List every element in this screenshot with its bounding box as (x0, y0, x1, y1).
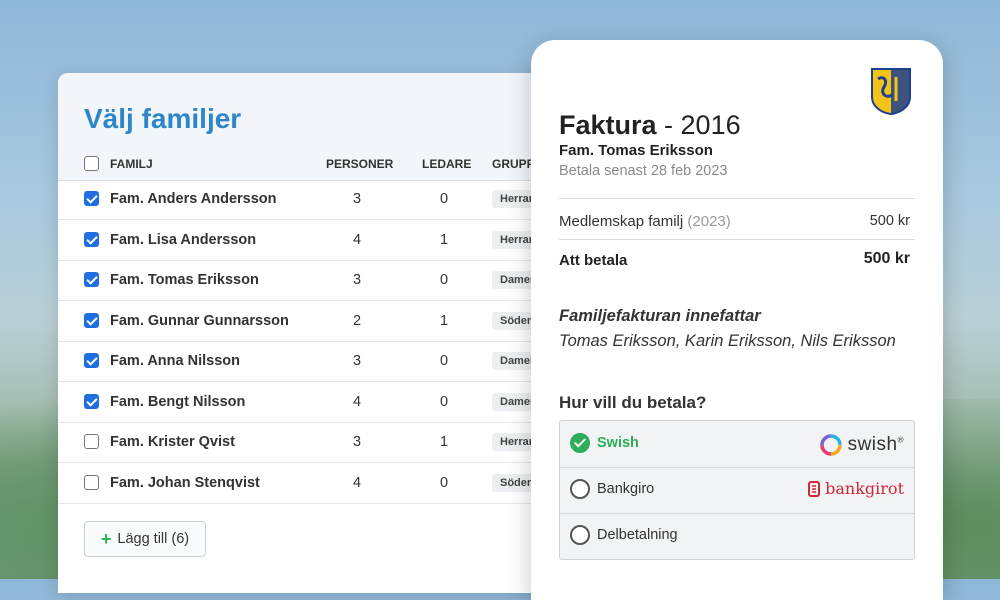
row-checkbox[interactable] (84, 191, 99, 206)
leaders-count: 0 (439, 394, 449, 410)
leaders-count: 0 (439, 272, 449, 288)
leaders-count: 0 (439, 475, 449, 491)
bankgirot-logo: bankgirot (808, 479, 904, 498)
persons-count: 2 (352, 313, 362, 329)
bankgirot-wordmark: bankgirot (825, 479, 904, 498)
check-circle-icon[interactable] (570, 433, 590, 453)
payment-option-delbetalning[interactable]: Delbetalning (560, 513, 914, 559)
persons-count: 4 (352, 232, 362, 248)
plus-icon: + (100, 529, 112, 549)
persons-count: 3 (352, 191, 362, 207)
registered-mark: ® (897, 435, 904, 445)
invoice-family: Fam. Tomas Eriksson (559, 142, 713, 159)
col-leaders: LEDARE (422, 157, 472, 171)
payment-options: Swish swish® Bankgiro bankgirot Delbetal… (559, 420, 915, 560)
payment-option-swish[interactable]: Swish swish® (560, 421, 914, 468)
persons-count: 3 (352, 272, 362, 288)
table-row[interactable]: Fam. Anders Andersson 3 0 Herrar (58, 179, 578, 220)
persons-count: 4 (352, 394, 362, 410)
invoice-title-number: - 2016 (656, 110, 741, 140)
family-name: Fam. Anders Andersson (110, 191, 277, 207)
families-panel: Välj familjer FAMILJ PERSONER LEDARE GRU… (58, 73, 578, 593)
row-checkbox[interactable] (84, 353, 99, 368)
line-item: Medlemskap familj (2023) (559, 213, 731, 230)
family-name: Fam. Krister Qvist (110, 434, 235, 450)
divider (559, 239, 915, 240)
select-all-checkbox[interactable] (84, 156, 99, 171)
includes-names: Tomas Eriksson, Karin Eriksson, Nils Eri… (559, 332, 896, 350)
col-persons: PERSONER (326, 157, 394, 171)
line-item-label: Medlemskap familj (559, 213, 684, 230)
line-item-amount: 500 kr (869, 213, 910, 229)
total-label: Att betala (559, 252, 628, 269)
leaders-count: 0 (439, 353, 449, 369)
divider (559, 198, 915, 199)
table-row[interactable]: Fam. Gunnar Gunnarsson 2 1 Söder (58, 301, 578, 342)
leaders-count: 1 (439, 232, 449, 248)
swish-wordmark: swish® (847, 434, 904, 455)
invoice-due-date: Betala senast 28 feb 2023 (559, 163, 728, 179)
radio-button[interactable] (570, 479, 590, 499)
swish-logo: swish® (819, 433, 904, 457)
bankgirot-icon (808, 480, 821, 497)
radio-button[interactable] (570, 525, 590, 545)
add-families-button[interactable]: + Lägg till (6) (84, 521, 206, 557)
row-checkbox[interactable] (84, 434, 99, 449)
leaders-count: 1 (439, 434, 449, 450)
invoice-card: Faktura - 2016 Fam. Tomas Eriksson Betal… (531, 40, 943, 600)
payment-option-label: Delbetalning (597, 527, 678, 543)
payment-option-label: Bankgiro (597, 481, 655, 497)
add-button-label: Lägg till (6) (117, 531, 190, 547)
invoice-title: Faktura - 2016 (559, 110, 741, 141)
table-row[interactable]: Fam. Bengt Nilsson 4 0 Damer (58, 382, 578, 423)
family-name: Fam. Tomas Eriksson (110, 272, 259, 288)
table-row[interactable]: Fam. Tomas Eriksson 3 0 Damer (58, 260, 578, 301)
table-row[interactable]: Fam. Johan Stenqvist 4 0 Söder (58, 463, 578, 504)
col-group: GRUPP (492, 157, 535, 171)
persons-count: 3 (352, 353, 362, 369)
family-name: Fam. Anna Nilsson (110, 353, 240, 369)
page-title: Välj familjer (84, 103, 242, 134)
row-checkbox[interactable] (84, 232, 99, 247)
payment-option-bankgiro[interactable]: Bankgiro bankgirot (560, 467, 914, 514)
leaders-count: 0 (439, 191, 449, 207)
line-item-year: (2023) (687, 213, 731, 230)
payment-heading: Hur vill du betala? (559, 393, 707, 412)
invoice-title-bold: Faktura (559, 110, 657, 140)
row-checkbox[interactable] (84, 313, 99, 328)
swish-icon (819, 434, 842, 456)
includes-heading: Familjefakturan innefattar (559, 307, 761, 325)
families-header: Välj familjer FAMILJ PERSONER LEDARE GRU… (58, 73, 578, 181)
table-row[interactable]: Fam. Lisa Andersson 4 1 Herrar (58, 220, 578, 261)
leaders-count: 1 (439, 313, 449, 329)
row-checkbox[interactable] (84, 394, 99, 409)
family-name: Fam. Bengt Nilsson (110, 394, 246, 410)
family-name: Fam. Johan Stenqvist (110, 475, 260, 491)
col-family: FAMILJ (110, 157, 153, 171)
persons-count: 4 (352, 475, 362, 491)
family-name: Fam. Gunnar Gunnarsson (110, 313, 289, 329)
family-name: Fam. Lisa Andersson (110, 232, 257, 248)
table-row[interactable]: Fam. Krister Qvist 3 1 Herrar (58, 422, 578, 463)
row-checkbox[interactable] (84, 272, 99, 287)
total-amount: 500 kr (863, 250, 910, 267)
payment-option-label: Swish (597, 435, 639, 451)
persons-count: 3 (352, 434, 362, 450)
row-checkbox[interactable] (84, 475, 99, 490)
club-logo (871, 68, 911, 115)
table-row[interactable]: Fam. Anna Nilsson 3 0 Damer (58, 341, 578, 382)
